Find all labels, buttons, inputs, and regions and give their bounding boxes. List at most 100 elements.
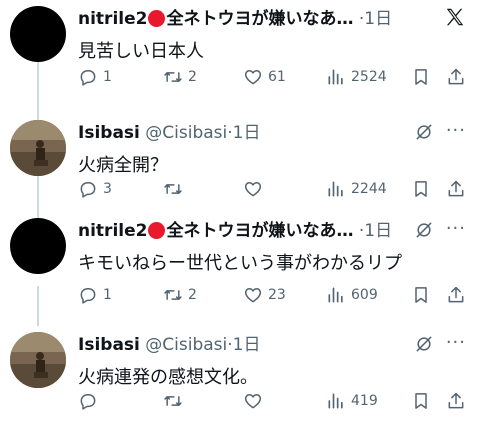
display-name[interactable]: Isibasi	[78, 123, 140, 143]
tweet-actions: 3 2244	[78, 178, 468, 200]
avatar[interactable]	[10, 332, 66, 388]
tweet-text: 火病連発の感想文化。	[78, 367, 258, 388]
view-count: 2244	[351, 181, 387, 197]
display-name[interactable]: nitrile2	[78, 221, 147, 241]
bookmark-button[interactable]	[411, 66, 431, 88]
like-count: 23	[268, 287, 286, 303]
reply-icon	[80, 288, 96, 304]
reply-icon	[80, 182, 96, 198]
tweet[interactable]: nitrile2 全ネトウヨが嫌いなあ… ·1日 ··· キモいねらー世代という事…	[0, 212, 480, 317]
grok-icon[interactable]	[414, 122, 434, 146]
retweet-icon	[164, 184, 182, 194]
share-button[interactable]	[446, 390, 466, 412]
like-button[interactable]: 23	[243, 284, 286, 306]
share-icon	[448, 286, 464, 303]
bookmark-icon	[415, 69, 427, 85]
like-count: 61	[268, 69, 286, 85]
avatar[interactable]	[10, 120, 66, 176]
tweet[interactable]: Isibasi @Cisibasi·1日 ··· 火病全開？ 3 2244	[0, 106, 480, 211]
reply-button[interactable]: 1	[78, 66, 112, 88]
retweet-button[interactable]: 2	[163, 284, 197, 306]
retweet-button[interactable]	[163, 178, 188, 200]
timestamp[interactable]: 1日	[364, 9, 392, 29]
share-button[interactable]	[446, 178, 466, 200]
view-count: 2524	[351, 69, 387, 85]
tweet-actions: 1 2 61 2524	[78, 66, 468, 88]
retweet-button[interactable]: 2	[163, 66, 197, 88]
more-options-icon[interactable]: ···	[446, 120, 466, 141]
avatar[interactable]	[10, 6, 66, 62]
red-circle-emoji	[148, 10, 166, 27]
views-icon	[328, 69, 343, 85]
more-options-icon[interactable]: ···	[446, 332, 466, 353]
like-button[interactable]: 61	[243, 66, 286, 88]
retweet-icon	[164, 396, 182, 406]
tweet-actions: 1 2 23 609	[78, 284, 468, 306]
grok-icon[interactable]	[414, 220, 434, 244]
bookmark-icon	[415, 287, 427, 303]
heart-icon	[244, 70, 262, 85]
display-name-suffix[interactable]: 全ネトウヨが嫌いなあ…	[166, 221, 353, 241]
bookmark-button[interactable]	[411, 284, 431, 306]
tweet[interactable]: Isibasi @Cisibasi·1日 ··· 火病連発の感想文化。 419	[0, 318, 480, 423]
heart-icon	[244, 182, 262, 197]
user-handle[interactable]: @Cisibasi	[145, 123, 227, 143]
timestamp[interactable]: 1日	[364, 221, 392, 241]
display-name[interactable]: nitrile2	[78, 9, 147, 29]
tweet-header: Isibasi @Cisibasi·1日	[78, 332, 260, 358]
reply-icon	[80, 394, 96, 410]
views-icon	[328, 287, 343, 303]
tweet-text: 見苦しい日本人	[78, 41, 204, 62]
views-button[interactable]: 2524	[326, 66, 387, 88]
like-button[interactable]	[243, 390, 268, 412]
reply-button[interactable]	[78, 390, 103, 412]
tweet-text: 火病全開？	[78, 155, 168, 176]
reply-button[interactable]: 3	[78, 178, 112, 200]
share-icon	[448, 68, 464, 85]
bookmark-icon	[415, 393, 427, 409]
share-button[interactable]	[446, 284, 466, 306]
like-button[interactable]	[243, 178, 268, 200]
views-icon	[328, 181, 343, 197]
timestamp[interactable]: 1日	[233, 123, 261, 143]
reply-count: 1	[103, 69, 112, 85]
share-icon	[448, 392, 464, 409]
reply-icon	[80, 70, 96, 86]
display-name-suffix[interactable]: 全ネトウヨが嫌いなあ…	[166, 9, 353, 29]
views-icon	[328, 393, 343, 409]
bookmark-icon	[415, 181, 427, 197]
reply-button[interactable]: 1	[78, 284, 112, 306]
tweet-text: キモいねらー世代という事がわかるリプ	[78, 253, 402, 274]
red-circle-emoji	[148, 222, 166, 239]
retweet-icon	[164, 72, 182, 82]
views-button[interactable]: 2244	[326, 178, 387, 200]
tweet[interactable]: nitrile2 全ネトウヨが嫌いなあ… ·1日 見苦しい日本人 1 2 61 2…	[0, 0, 480, 105]
bookmark-button[interactable]	[411, 390, 431, 412]
retweet-button[interactable]	[163, 390, 188, 412]
tweet-header: nitrile2 全ネトウヨが嫌いなあ… ·1日	[78, 218, 392, 244]
heart-icon	[244, 288, 262, 303]
more-options-icon[interactable]: ···	[446, 218, 466, 239]
views-button[interactable]: 419	[326, 390, 378, 412]
timestamp[interactable]: 1日	[233, 335, 261, 355]
bookmark-button[interactable]	[411, 178, 431, 200]
retweet-icon	[164, 290, 182, 300]
heart-icon	[244, 394, 262, 409]
share-icon	[448, 180, 464, 197]
reply-count: 1	[103, 287, 112, 303]
view-count: 419	[351, 393, 378, 409]
user-handle[interactable]: @Cisibasi	[145, 335, 227, 355]
avatar[interactable]	[10, 218, 66, 274]
x-logo-icon[interactable]	[444, 6, 466, 32]
tweet-header: Isibasi @Cisibasi·1日	[78, 120, 260, 146]
retweet-count: 2	[188, 287, 197, 303]
thread: nitrile2 全ネトウヨが嫌いなあ… ·1日 見苦しい日本人 1 2 61 2…	[0, 0, 480, 420]
retweet-count: 2	[188, 69, 197, 85]
view-count: 609	[351, 287, 378, 303]
reply-count: 3	[103, 181, 112, 197]
views-button[interactable]: 609	[326, 284, 378, 306]
grok-icon[interactable]	[414, 334, 434, 358]
display-name[interactable]: Isibasi	[78, 335, 140, 355]
share-button[interactable]	[446, 66, 466, 88]
tweet-header: nitrile2 全ネトウヨが嫌いなあ… ·1日	[78, 6, 392, 32]
